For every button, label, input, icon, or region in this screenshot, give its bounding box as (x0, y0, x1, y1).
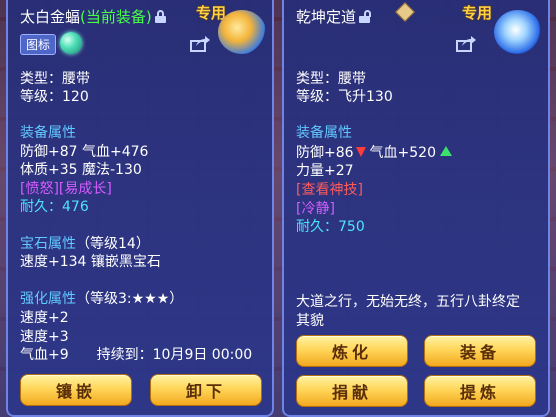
exclusive-badge: 专用 (462, 4, 493, 22)
gem-attr-line: 宝石属性（等级14） (20, 235, 150, 253)
icon-chip[interactable]: 图标 (20, 34, 57, 55)
level-line: 等级：飞升130 (296, 89, 393, 105)
item-art-icon (218, 10, 266, 54)
enhance-attr-line: 强化属性（等级3:★★★） (20, 290, 183, 308)
enhance-line-3: 气血+9 持续到：10月9日 00:00 (20, 346, 252, 364)
strength-stat: 力量+27 (296, 163, 354, 179)
enhance-line-1: 速度+2 (20, 310, 69, 326)
view-skill-link[interactable]: [查看神技] (296, 181, 363, 199)
equip-status: (当前装备) (80, 8, 152, 26)
level-line: 等级：120 (20, 89, 89, 105)
item-title: 太白金蝠(当前装备) (20, 6, 166, 27)
item-name: 乾坤定道 (296, 8, 357, 26)
share-icon[interactable] (456, 36, 476, 52)
type-line: 类型：腰带 (296, 71, 366, 87)
diamond-icon[interactable] (395, 2, 415, 22)
equipped-item-panel: 太白金蝠(当前装备) 专用 图标 类型：腰带 等级：120 装备属性 防御+87… (6, 0, 274, 417)
enhance-attr-title: 强化属性 (20, 291, 76, 307)
special-effects: [愤怒][易成长] (20, 181, 112, 197)
durability: 耐久：476 (20, 199, 89, 215)
type-line: 类型：腰带 (20, 71, 90, 87)
enhance-line-3-stat: 气血+9 (20, 347, 69, 363)
description-line-1: 大道之行，无始无终，五行八卦终定 (296, 294, 520, 310)
gem-attr-title: 宝石属性 (20, 236, 76, 252)
gem-level: （等级14） (76, 236, 150, 252)
attr-line-1: 防御+86 气血+520 (296, 144, 452, 162)
equip-button[interactable]: 装备 (424, 335, 536, 367)
special-effects: [冷静] (296, 201, 335, 217)
defense-stat: 防御+86 (296, 145, 354, 161)
inlay-button[interactable]: 镶嵌 (20, 374, 132, 406)
enhance-line-2: 速度+3 (20, 329, 69, 345)
enhance-level: （等级3:★★★） (76, 291, 184, 307)
item-title: 乾坤定道 (296, 6, 372, 27)
donate-button[interactable]: 捐献 (296, 375, 408, 407)
description-line-2: 其貌 (296, 313, 324, 329)
attr-line-2: 体质+35 魔法-130 (20, 162, 142, 178)
enhance-duration: 持续到：10月9日 00:00 (96, 347, 253, 363)
attr-line-1: 防御+87 气血+476 (20, 144, 149, 160)
compare-item-panel: 乾坤定道 专用 类型：腰带 等级：飞升130 装备属性 防御+86 气血+520 … (282, 0, 550, 417)
equip-attr-title: 装备属性 (20, 125, 76, 141)
share-icon[interactable] (190, 36, 210, 52)
durability: 耐久：750 (296, 219, 365, 235)
item-art-icon (494, 10, 542, 54)
unlock-icon[interactable] (359, 10, 372, 23)
extract-button[interactable]: 提炼 (424, 375, 536, 407)
lock-icon[interactable] (154, 10, 166, 23)
unequip-button[interactable]: 卸下 (150, 374, 262, 406)
hp-stat: 气血+520 (369, 145, 436, 161)
pearl-icon[interactable] (60, 32, 82, 54)
equip-attr-title: 装备属性 (296, 125, 352, 141)
item-name: 太白金蝠 (20, 8, 81, 26)
refine-button[interactable]: 炼化 (296, 335, 408, 367)
arrow-up-icon (440, 146, 452, 156)
gem-effect: 速度+134 镶嵌黑宝石 (20, 254, 161, 270)
arrow-down-icon (355, 147, 366, 157)
